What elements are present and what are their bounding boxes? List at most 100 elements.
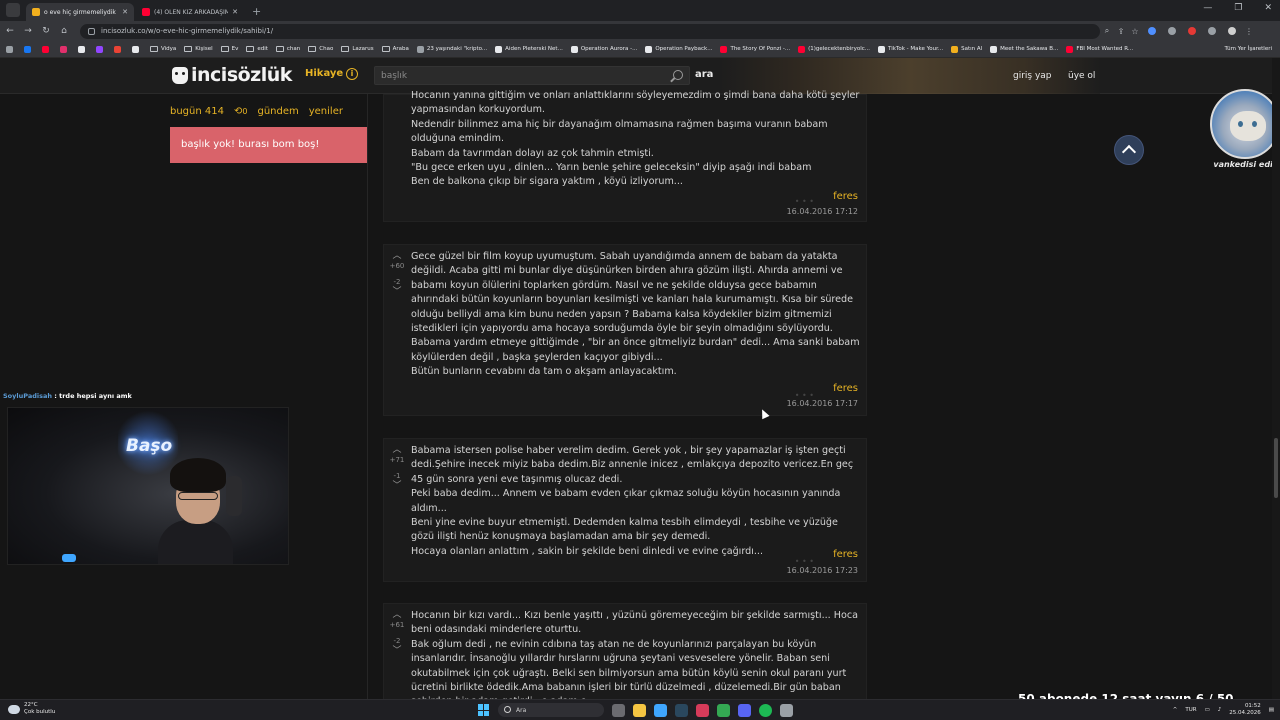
bookmark-star-icon[interactable]: ☆: [1128, 27, 1142, 36]
site-info-icon[interactable]: [88, 27, 95, 35]
language-indicator[interactable]: TUR: [1185, 707, 1196, 713]
new-link[interactable]: yeniler: [309, 106, 343, 117]
close-tab-icon[interactable]: ✕: [232, 8, 238, 16]
more-options-icon[interactable]: • • •: [795, 557, 814, 566]
bookmark-link[interactable]: (1)gelecektenbiryolc...: [798, 45, 870, 53]
more-options-icon[interactable]: • • •: [795, 197, 814, 206]
page-scrollbar[interactable]: [1272, 58, 1280, 699]
network-icon[interactable]: ▭: [1205, 707, 1210, 713]
youtube-bookmark-icon[interactable]: [42, 45, 52, 53]
entry-author[interactable]: feres: [833, 549, 858, 560]
bookmark-link[interactable]: Operation Aurora -...: [570, 45, 637, 53]
share-icon[interactable]: ⇪: [1114, 27, 1128, 36]
link-icon: [720, 45, 728, 53]
apps-icon[interactable]: [6, 45, 16, 53]
forward-icon[interactable]: →: [20, 26, 36, 36]
today-link[interactable]: bugün 414: [170, 106, 224, 117]
windows-start-icon[interactable]: [478, 704, 490, 716]
menu-icon[interactable]: ⋮: [1242, 27, 1256, 36]
clock[interactable]: 01:52 25.04.2026: [1229, 703, 1261, 717]
downvote-icon[interactable]: ﹀: [388, 646, 406, 657]
photos-icon[interactable]: [654, 703, 667, 717]
app-icon[interactable]: [780, 703, 793, 717]
bookmark-folder[interactable]: Lazarus: [341, 46, 374, 52]
discord-icon[interactable]: [738, 703, 751, 717]
gmail-bookmark-icon[interactable]: [114, 45, 124, 53]
back-icon[interactable]: ←: [2, 26, 18, 36]
bookmark-link[interactable]: Aiden Pleterski Net...: [495, 45, 563, 53]
register-link[interactable]: üye ol: [1068, 71, 1095, 81]
entry-text: Hocanın bir kızı vardı... Kızı benle yaş…: [411, 610, 859, 699]
pinterest-bookmark-icon[interactable]: [132, 45, 142, 53]
refresh-link[interactable]: ⟲0: [234, 106, 247, 117]
upvote-icon[interactable]: ︿: [388, 610, 406, 621]
weather-widget[interactable]: 22°C Çok bulutlu: [8, 702, 55, 716]
volume-icon[interactable]: ♪: [1218, 707, 1222, 713]
spotify-icon[interactable]: [759, 703, 772, 717]
new-tab-icon[interactable]: +: [252, 5, 261, 18]
obs-icon[interactable]: [696, 703, 709, 717]
close-tab-icon[interactable]: ✕: [122, 8, 128, 16]
browser-tab-youtube[interactable]: (4) ÖLEN KIZ ARKADAŞIM BANA... ✕: [136, 3, 244, 21]
upvote-icon[interactable]: ︿: [388, 445, 406, 456]
entry-author[interactable]: feres: [833, 383, 858, 394]
zoom-icon[interactable]: ⌕: [1100, 26, 1114, 36]
bookmark-link[interactable]: 23 yaşındaki "kripto...: [416, 45, 487, 53]
upvote-icon[interactable]: ︿: [388, 251, 406, 262]
task-view-icon[interactable]: [612, 703, 625, 717]
entry-date[interactable]: 16.04.2016 17:23: [787, 566, 858, 575]
bookmark-link[interactable]: Meet the Sakawa B...: [990, 45, 1058, 53]
x-bookmark-icon[interactable]: [78, 45, 88, 53]
entry-date[interactable]: 16.04.2016 17:17: [787, 399, 858, 408]
all-bookmarks[interactable]: Tüm Yer İşaretleri: [1225, 46, 1272, 52]
reload-icon[interactable]: ↻: [38, 26, 54, 36]
scrollbar-thumb[interactable]: [1274, 438, 1278, 498]
bookmark-link[interactable]: The Story Of Ponzi -...: [720, 45, 790, 53]
bookmark-link[interactable]: FBI Most Wanted R...: [1066, 45, 1133, 53]
info-icon[interactable]: i: [346, 68, 358, 80]
login-link[interactable]: giriş yap: [1013, 71, 1052, 81]
hikaye-link[interactable]: Hikaye: [305, 68, 343, 79]
instagram-bookmark-icon[interactable]: [60, 45, 70, 53]
search-input[interactable]: başlık: [374, 66, 690, 85]
search-icon[interactable]: [673, 70, 683, 80]
bookmark-folder[interactable]: Kişisel: [184, 46, 213, 52]
bookmark-link[interactable]: TikTok - Make Your...: [878, 45, 943, 53]
taskbar-search[interactable]: Ara: [498, 703, 604, 717]
scroll-to-top-button[interactable]: [1114, 135, 1144, 165]
site-logo[interactable]: incisözlük: [172, 64, 292, 86]
tab-search-button[interactable]: [6, 3, 20, 17]
bookmark-link[interactable]: Satın Al: [951, 45, 982, 53]
extension-icon[interactable]: [1168, 27, 1176, 35]
profile-avatar[interactable]: [1228, 27, 1236, 35]
minimize-icon[interactable]: —: [1203, 3, 1212, 13]
search-button[interactable]: ara: [695, 69, 713, 80]
steam-icon[interactable]: [675, 703, 688, 717]
close-window-icon[interactable]: ✕: [1264, 3, 1272, 13]
twitch-bookmark-icon[interactable]: [96, 45, 106, 53]
url-input[interactable]: incisozluk.co/w/o-eve-hic-girmemeliydik/…: [80, 23, 1100, 39]
downvote-icon[interactable]: ﹀: [388, 287, 406, 298]
extension-icon[interactable]: [1188, 27, 1196, 35]
bookmark-folder[interactable]: chan: [275, 46, 300, 52]
downvote-icon[interactable]: ﹀: [388, 481, 406, 492]
file-explorer-icon[interactable]: [633, 703, 646, 717]
home-icon[interactable]: ⌂: [56, 26, 72, 36]
chrome-icon[interactable]: [717, 703, 730, 717]
extension-icon[interactable]: [1208, 27, 1216, 35]
maximize-icon[interactable]: ❐: [1234, 3, 1242, 13]
facebook-bookmark-icon[interactable]: [24, 45, 34, 53]
entry-date[interactable]: 16.04.2016 17:12: [787, 207, 858, 216]
bookmark-link[interactable]: Operation Payback...: [645, 45, 712, 53]
bookmark-folder[interactable]: edit: [246, 46, 268, 52]
browser-tab-active[interactable]: o eve hiç girmemeliydik - başlık ✕: [26, 3, 134, 21]
agenda-link[interactable]: gündem: [257, 106, 298, 117]
entry-author[interactable]: feres: [833, 191, 858, 202]
notification-icon[interactable]: ▤: [1269, 707, 1274, 713]
bookmark-folder[interactable]: Vidya: [150, 46, 176, 52]
chevron-up-icon[interactable]: ^: [1173, 707, 1178, 713]
extension-icon[interactable]: [1148, 27, 1156, 35]
bookmark-folder[interactable]: Ev: [220, 46, 238, 52]
bookmark-folder[interactable]: Chao: [308, 46, 333, 52]
bookmark-folder[interactable]: Araba: [381, 46, 409, 52]
